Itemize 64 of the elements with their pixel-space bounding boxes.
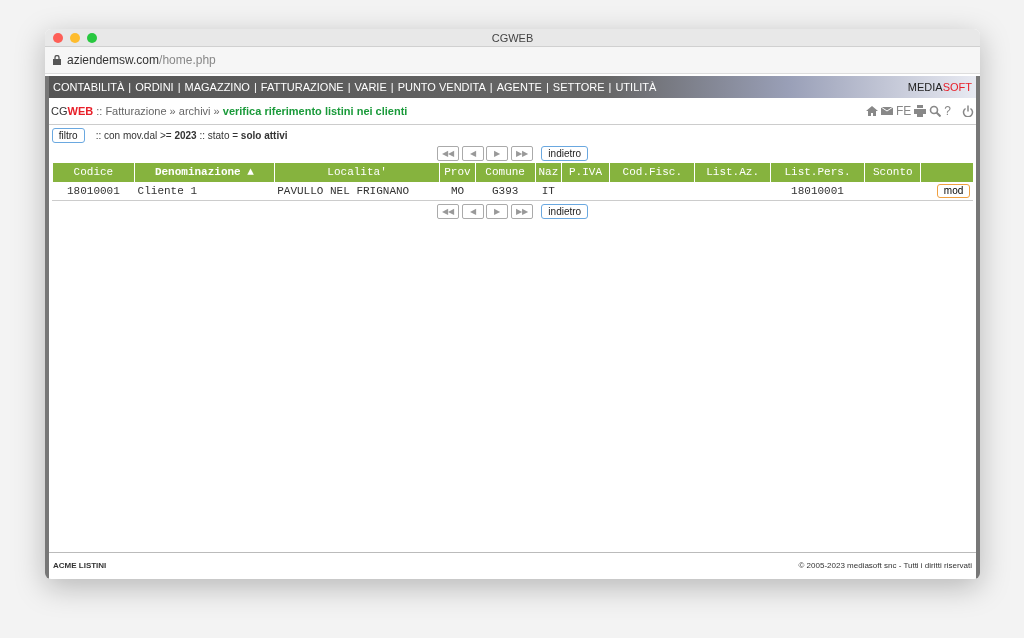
toolbar-link[interactable]: FE [895, 102, 912, 120]
menu-item[interactable]: UTILITÀ [615, 78, 657, 96]
menu-item[interactable]: FATTURAZIONE [260, 78, 344, 96]
brand-logo: MEDIASOFT [907, 79, 972, 95]
toolbar-link[interactable]: ? [944, 102, 951, 120]
table-cell: Cliente 1 [134, 181, 275, 201]
maximize-icon[interactable] [87, 33, 97, 43]
filter-button[interactable]: filtro [51, 127, 85, 143]
table-cell: PAVULLO NEL FRIGNANO [274, 181, 440, 201]
menu-item[interactable]: PUNTO VENDITA [397, 78, 486, 96]
close-icon[interactable] [53, 33, 63, 43]
pager-button[interactable]: ▶ [486, 145, 509, 161]
power-icon[interactable] [962, 105, 974, 117]
table-cell: IT [535, 181, 562, 201]
menu-separator: | [347, 79, 351, 95]
column-header[interactable]: List.Az. [694, 163, 771, 182]
edit-button[interactable]: mod [936, 183, 971, 198]
home-icon[interactable] [865, 105, 878, 117]
menu-separator: | [253, 79, 257, 95]
printer-icon[interactable] [914, 105, 927, 117]
column-header[interactable]: Prov [439, 163, 476, 182]
table-cell: 18010001 [52, 181, 135, 201]
filter-summary: :: con mov.dal >= 2023 :: stato = solo attivi [95, 128, 288, 143]
copyright-text: © 2005-2023 mediasoft snc - Tutti i diritti riservati [798, 560, 972, 572]
menu-separator: | [128, 79, 132, 95]
column-header[interactable]: Naz [535, 163, 562, 182]
menu-item[interactable]: MAGAZZINO [184, 78, 250, 96]
lock-icon [53, 55, 61, 65]
column-header[interactable]: List.Pers. [770, 163, 865, 182]
column-header[interactable]: Codice [52, 163, 135, 182]
column-header[interactable]: Denominazione ▲ [134, 163, 275, 182]
menu-separator: | [177, 79, 181, 95]
column-header[interactable]: Sconto [864, 163, 921, 182]
menu-separator: | [489, 79, 493, 95]
menu-item[interactable]: ORDINI [135, 78, 174, 96]
column-header[interactable]: Cod.Fisc. [609, 163, 695, 182]
menu-item[interactable]: SETTORE [552, 78, 605, 96]
pager-button[interactable]: ◀ [461, 145, 484, 161]
table-cell: MO [439, 181, 476, 201]
menu-separator: | [545, 79, 549, 95]
footer-app-name: ACME LISTINI [53, 560, 107, 572]
menu-item[interactable]: AGENTE [496, 78, 542, 96]
menu-separator: | [608, 79, 612, 95]
back-button[interactable]: indietro [541, 145, 589, 161]
menu-item[interactable]: VARIE [354, 78, 387, 96]
mail-icon[interactable] [880, 105, 893, 117]
column-header[interactable]: Localita' [274, 163, 440, 182]
table-cell: 18010001 [770, 181, 865, 201]
address-bar[interactable]: aziendemsw.com/home.php [67, 51, 216, 69]
table-cell: G393 [475, 181, 536, 201]
back-button[interactable]: indietro [541, 204, 589, 219]
menu-item[interactable]: CONTABILITÀ [53, 78, 125, 96]
pager-button[interactable]: ◀ [461, 204, 484, 219]
breadcrumb: CGWEB :: Fatturazione » archivi » verifica riferimento listini nei clienti [51, 103, 408, 119]
pager-button[interactable]: ▶▶ [511, 145, 534, 161]
pager-button[interactable]: ◀◀ [436, 204, 459, 219]
pager-button[interactable]: ◀◀ [436, 145, 459, 161]
column-header[interactable]: P.IVA [561, 163, 610, 182]
pager-button[interactable]: ▶ [486, 204, 509, 219]
column-header[interactable]: Comune [475, 163, 536, 182]
menu-separator: | [390, 79, 394, 95]
window-title: CGWEB [491, 31, 534, 46]
pager-button[interactable]: ▶▶ [511, 204, 534, 219]
search-icon[interactable] [929, 105, 942, 117]
